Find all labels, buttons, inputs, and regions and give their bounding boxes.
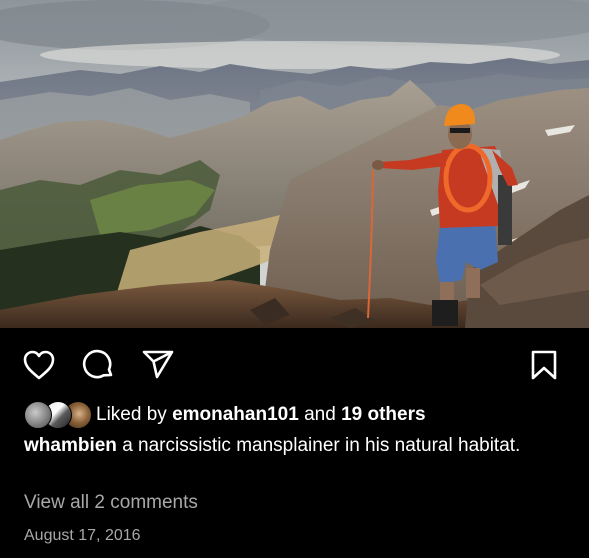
likes-summary: Liked by emonahan101 and 19 others xyxy=(96,403,426,427)
post-action-bar xyxy=(0,340,589,390)
bookmark-icon xyxy=(531,350,557,380)
like-button[interactable] xyxy=(17,340,61,390)
likes-prefix: Liked by xyxy=(96,404,167,425)
caption-username-link[interactable]: whambien xyxy=(24,435,117,456)
likes-joiner: and xyxy=(304,404,336,425)
paper-plane-icon xyxy=(142,350,174,379)
heart-icon xyxy=(23,350,55,380)
caption-text: a narcissistic mansplainer in his natura… xyxy=(122,435,521,456)
post-caption: whambien a narcissistic mansplainer in h… xyxy=(24,433,544,458)
save-button[interactable] xyxy=(522,340,566,390)
mountain-climber-photo xyxy=(0,0,589,328)
liker-avatars[interactable] xyxy=(24,401,92,429)
share-button[interactable] xyxy=(136,340,180,390)
post-date: August 17, 2016 xyxy=(24,527,141,544)
view-all-comments-link[interactable]: View all 2 comments xyxy=(24,491,198,515)
comment-button[interactable] xyxy=(77,340,121,390)
likes-others-link[interactable]: 19 others xyxy=(341,404,425,425)
liker-username-link[interactable]: emonahan101 xyxy=(172,404,299,425)
likes-row: Liked by emonahan101 and 19 others xyxy=(24,400,426,430)
post-photo[interactable] xyxy=(0,0,589,328)
avatar xyxy=(24,401,52,429)
comment-bubble-icon xyxy=(82,349,113,379)
